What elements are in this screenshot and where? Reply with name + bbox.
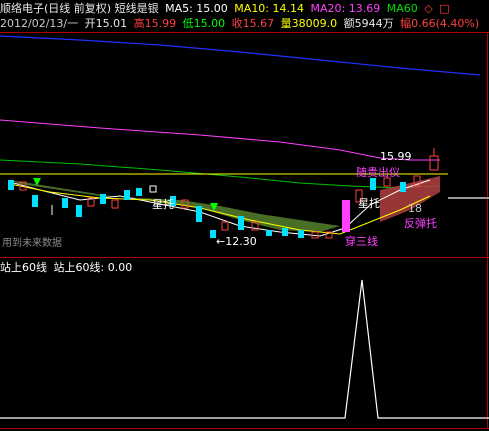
candle [62,198,68,208]
stock-chart-window: 顺络电子(日线 前复权) 短线是银 MA5: 15.00 MA10: 14.14… [0,0,489,431]
candle [196,206,202,222]
ma20-long-line [0,119,440,161]
candle [266,230,272,236]
suimao-label: 随贵出仪 [356,166,400,179]
candle [8,180,14,190]
chuansanxian-label: 穿三线 [345,235,378,248]
candle [100,194,106,204]
candle [149,185,157,193]
long-ma-line [0,35,481,76]
candle [282,228,288,236]
xingtuo-label-1: 星托 [152,198,174,211]
candle [400,182,406,192]
candle [111,199,119,209]
candle [342,200,350,232]
low-price-label: ←12.30 [216,235,257,248]
indicator-name: 站上60线 [0,261,47,274]
candle [221,221,229,231]
xingtuo-label-2: 星托 [358,197,380,210]
fantantuo-label: 反弹托 [404,217,437,230]
candle [238,216,244,230]
candle [76,205,82,217]
candles [8,148,439,239]
candle [298,230,304,238]
candle [124,190,130,200]
candle [32,195,38,207]
right-marker-label: 18 [408,202,422,215]
watermark-text: 用到未来数据 [2,238,62,249]
candle [136,188,142,196]
high-price-label: 15.99 [380,150,412,163]
candle [429,155,439,171]
indicator-line [0,279,489,419]
indicator-value: 站上60线: 0.00 [53,261,133,274]
indicator-header: 站上60线 站上60线: 0.00 [0,261,135,275]
